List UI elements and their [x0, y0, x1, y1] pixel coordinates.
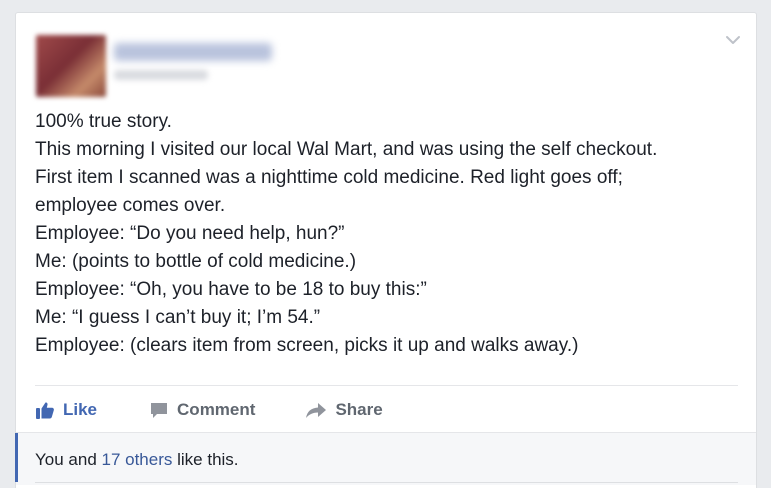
chevron-down-icon[interactable] [724, 31, 742, 49]
likes-others-link[interactable]: 17 others [102, 450, 173, 469]
post-line: Me: “I guess I can’t buy it; I’m 54.” [35, 307, 321, 328]
like-label: Like [63, 400, 98, 419]
action-bar: Like Comment Share [35, 393, 383, 427]
speech-bubble-icon [149, 400, 169, 420]
post-line: Employee: “Oh, you have to be 18 to buy … [35, 279, 427, 300]
avatar[interactable] [36, 35, 106, 97]
post-line: Employee: “Do you need help, hun?” [35, 223, 345, 244]
accent-bar [15, 433, 18, 482]
post-line: First item I scanned was a nighttime col… [35, 167, 623, 188]
share-label: Share [335, 400, 383, 419]
post-line: 100% true story. [35, 111, 172, 132]
comment-label: Comment [177, 400, 256, 419]
divider [35, 385, 738, 386]
post-line: employee comes over. [35, 195, 226, 216]
post-card: 100% true story. This morning I visited … [15, 12, 757, 488]
likes-summary-text: You and 17 others like this. [35, 450, 239, 470]
likes-prefix: You and [35, 450, 102, 469]
post-line: This morning I visited our local Wal Mar… [35, 139, 658, 160]
comment-button[interactable]: Comment [149, 400, 255, 420]
post-meta-redacted [114, 70, 208, 80]
likes-summary: You and 17 others like this. [15, 432, 756, 485]
post-body: 100% true story. This morning I visited … [35, 108, 745, 360]
share-button[interactable]: Share [305, 400, 383, 420]
post-line: Me: (points to bottle of cold medicine.) [35, 251, 357, 272]
likes-suffix: like this. [172, 450, 239, 469]
thumbs-up-icon [35, 400, 55, 420]
post-line: Employee: (clears item from screen, pick… [35, 335, 579, 356]
author-name-redacted[interactable] [114, 43, 272, 61]
like-button[interactable]: Like [35, 400, 97, 420]
divider [35, 482, 738, 483]
share-arrow-icon [305, 400, 327, 420]
